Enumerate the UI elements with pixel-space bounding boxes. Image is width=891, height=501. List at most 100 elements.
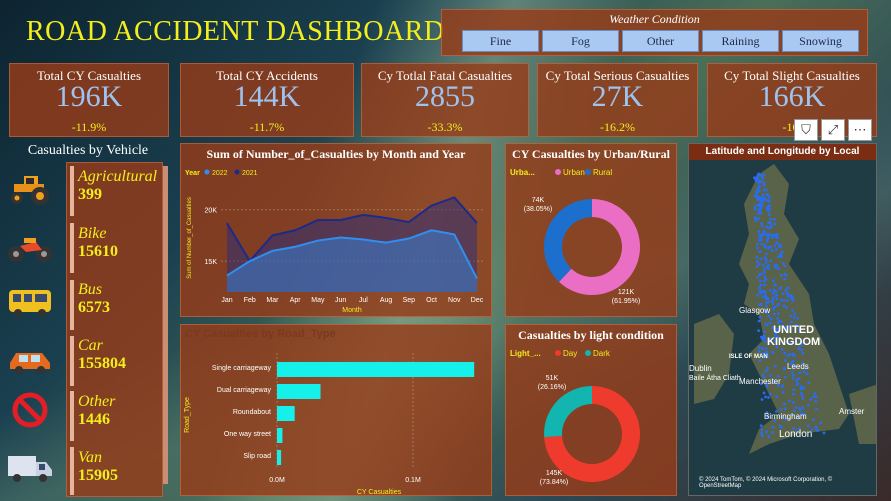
focus-mode-icon[interactable]: ⤢ (821, 119, 845, 141)
weather-option-fine[interactable]: Fine (462, 30, 539, 52)
monthly-chart-svg: Year 2022 2021 15K 20K Jan Feb Mar Apr May Jun Jul A… (185, 169, 484, 314)
accident-dot (774, 290, 778, 293)
accident-dot (785, 306, 788, 310)
road-type-chart[interactable]: CY Casualties by Road_Type 0.0M 0.1M Singl… (180, 324, 492, 496)
accident-dot (761, 177, 765, 180)
donut-slice (544, 386, 592, 438)
accident-dot (769, 245, 773, 249)
accident-dot (765, 430, 768, 434)
accident-dot (769, 221, 772, 225)
accident-dot (767, 199, 771, 203)
accident-dot (764, 278, 767, 281)
accident-dot (791, 352, 795, 356)
vehicle-item-bus[interactable]: Bus 6573 (78, 281, 110, 317)
vehicle-list-scrollbar[interactable] (163, 166, 168, 484)
accident-dot (800, 393, 804, 397)
accident-dot (764, 395, 767, 399)
accident-dot (774, 364, 777, 368)
accident-dot (756, 203, 760, 207)
light-condition-chart[interactable]: Casualties by light condition Light_... D… (505, 324, 677, 496)
accident-dot (792, 388, 796, 392)
accident-dot (759, 180, 763, 183)
accident-dot (791, 401, 795, 404)
vehicle-name: Bike (78, 225, 107, 242)
x-tick-label: Dec (471, 297, 484, 304)
accident-dot (759, 283, 763, 287)
accident-dot (773, 312, 776, 316)
accident-dot (800, 391, 803, 395)
accident-dot (763, 283, 766, 287)
accident-dot (816, 429, 820, 432)
accident-dot (774, 248, 778, 251)
x-tick-label: Jul (359, 297, 368, 304)
accident-dot (775, 297, 779, 301)
accident-dot (766, 209, 770, 213)
y-tick-label: Single carriageway (212, 365, 272, 372)
accident-dot (763, 336, 767, 340)
kpi-total-accidents[interactable]: Total CY Accidents 144K -11.7% (180, 63, 354, 137)
accident-dot (765, 233, 769, 237)
map-city-label: Dublin (689, 364, 712, 373)
kpi-fatal-casualties[interactable]: Cy Totlal Fatal Casualties 2855 -33.3% (361, 63, 529, 137)
visual-toolbar: ⛉ ⤢ ⋯ (794, 119, 872, 141)
data-label-percent: (61.95%) (612, 298, 640, 305)
accident-dot (771, 430, 774, 434)
accident-dot (796, 317, 800, 320)
vehicle-name: Bus (78, 281, 102, 298)
legend-marker (234, 169, 240, 175)
filter-icon[interactable]: ⛉ (794, 119, 818, 141)
accident-dot (783, 402, 786, 406)
accident-dot (766, 297, 770, 300)
accident-dot (822, 431, 826, 435)
legend-label: Day (563, 349, 577, 358)
accident-dot (764, 294, 767, 297)
monthly-casualties-chart[interactable]: Sum of Number_of_Casualties by Month and… (180, 143, 492, 317)
weather-option-snowing[interactable]: Snowing (782, 30, 859, 52)
accident-dot (797, 377, 800, 380)
accident-dot (776, 304, 779, 307)
vehicle-item-other[interactable]: Other 1446 (78, 393, 115, 429)
accident-dot (783, 351, 787, 355)
vehicle-section-title: Casualties by Vehicle (27, 143, 149, 158)
accident-dot (756, 276, 760, 279)
accident-dot (791, 299, 795, 302)
urban-rural-chart[interactable]: CY Casualties by Urban/Rural Urba... Urba… (505, 143, 677, 317)
map-visual[interactable]: Latitude and Longitude by Local UNITED KI… (688, 143, 877, 496)
x-tick-label: May (311, 297, 325, 304)
accident-dot (783, 264, 787, 268)
bus-icon (9, 290, 51, 317)
map-title: Latitude and Longitude by Local (689, 144, 876, 160)
accident-dot (771, 292, 775, 295)
x-tick-label: 0.1M (405, 477, 421, 484)
accident-dot (784, 288, 788, 292)
accident-dot (775, 234, 778, 238)
accident-dot (767, 300, 771, 304)
vehicle-item-bike[interactable]: Bike 15610 (78, 225, 118, 261)
vehicle-item-agricultural[interactable]: Agricultural 399 (78, 168, 157, 204)
accident-dot (783, 367, 786, 371)
x-axis-label: CY Casualties (357, 489, 402, 496)
weather-option-fog[interactable]: Fog (542, 30, 619, 52)
accident-dot (772, 307, 775, 311)
x-tick-label: Aug (380, 297, 393, 304)
accident-dot (787, 399, 791, 403)
kpi-change: -16.2% (600, 120, 635, 134)
vehicle-item-car[interactable]: Car 155804 (78, 337, 126, 373)
kpi-serious-casualties[interactable]: Cy Total Serious Casualties 27K -16.2% (537, 63, 698, 137)
vehicle-item-van[interactable]: Van 15905 (78, 449, 118, 485)
accident-dot (777, 312, 780, 316)
accident-dot (756, 294, 759, 297)
accident-dot (760, 398, 764, 401)
accident-dot (771, 279, 775, 283)
accident-dot (775, 395, 779, 398)
accident-dot (779, 286, 783, 289)
kpi-total-casualties[interactable]: Total CY Casualties 196K -11.9% (9, 63, 169, 137)
weather-option-raining[interactable]: Raining (702, 30, 779, 52)
weather-option-other[interactable]: Other (622, 30, 699, 52)
accident-dot (753, 208, 757, 211)
accident-dot (761, 434, 764, 438)
accident-dot (762, 391, 766, 395)
more-options-icon[interactable]: ⋯ (848, 119, 872, 141)
accident-dot (765, 193, 769, 196)
accident-dot (781, 384, 784, 387)
